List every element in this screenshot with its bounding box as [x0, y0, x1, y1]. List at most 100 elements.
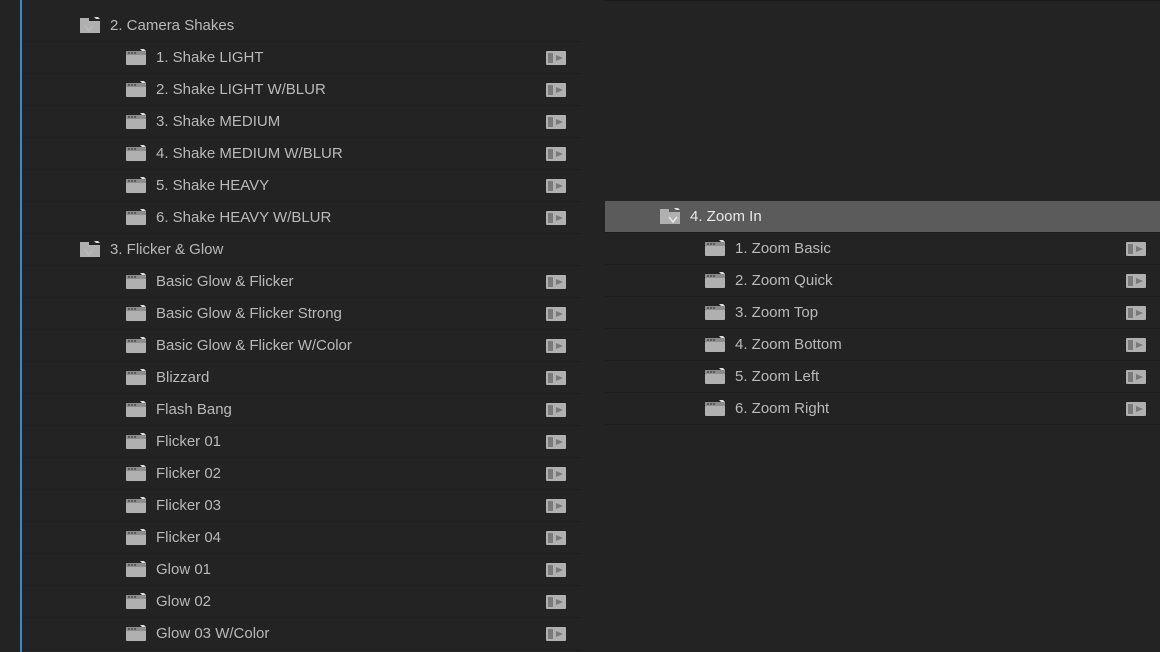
asset-label: Flicker 04: [156, 522, 221, 554]
asset-row[interactable]: Basic Glow & Flicker W/Color: [22, 330, 580, 362]
composition-icon: [126, 369, 148, 387]
asset-label: Glow 01: [156, 554, 211, 586]
composition-icon: [705, 304, 727, 322]
asset-label: 6. Shake HEAVY W/BLUR: [156, 202, 331, 234]
composition-icon: [705, 400, 727, 418]
type-icon: [546, 561, 568, 579]
asset-label: Basic Glow & Flicker W/Color: [156, 330, 352, 362]
composition-icon: [126, 465, 148, 483]
type-icon: [1126, 336, 1148, 354]
asset-label: 1. Shake LIGHT: [156, 42, 264, 74]
type-icon: [546, 113, 568, 131]
asset-row[interactable]: Glow 01: [22, 554, 580, 586]
type-icon: [546, 305, 568, 323]
asset-tree: 2. Camera Shakes 1. Shake LIGHT 2. Shake…: [22, 0, 580, 650]
asset-row[interactable]: Flicker 02: [22, 458, 580, 490]
composition-icon: [126, 337, 148, 355]
type-icon: [1126, 400, 1148, 418]
composition-icon: [126, 305, 148, 323]
composition-icon: [126, 273, 148, 291]
project-panel-right: 4. Zoom In 1. Zoom Basic 2. Zoom Quick 3…: [605, 0, 1160, 652]
folder-row[interactable]: 4. Zoom In: [605, 201, 1160, 233]
chevron-down-icon[interactable]: [84, 245, 94, 255]
composition-icon: [126, 561, 148, 579]
asset-row[interactable]: Flicker 03: [22, 490, 580, 522]
type-icon: [1126, 272, 1148, 290]
folder-label: 2. Camera Shakes: [110, 10, 234, 42]
type-icon: [546, 593, 568, 611]
asset-row[interactable]: Flicker 04: [22, 522, 580, 554]
asset-row[interactable]: Glow 03 W/Color: [22, 618, 580, 650]
asset-label: 6. Zoom Right: [735, 393, 829, 425]
type-icon: [546, 369, 568, 387]
composition-icon: [126, 145, 148, 163]
type-icon: [546, 177, 568, 195]
asset-row[interactable]: 4. Zoom Bottom: [605, 329, 1160, 361]
asset-label: 2. Zoom Quick: [735, 265, 833, 297]
asset-label: Glow 02: [156, 586, 211, 618]
composition-icon: [126, 209, 148, 227]
type-icon: [1126, 240, 1148, 258]
asset-label: 5. Shake HEAVY: [156, 170, 269, 202]
composition-icon: [126, 177, 148, 195]
asset-row[interactable]: Flash Bang: [22, 394, 580, 426]
asset-row[interactable]: 2. Zoom Quick: [605, 265, 1160, 297]
folder-label: 3. Flicker & Glow: [110, 234, 223, 266]
asset-label: Flicker 03: [156, 490, 221, 522]
asset-label: Basic Glow & Flicker Strong: [156, 298, 342, 330]
folder-row[interactable]: 3. Flicker & Glow: [22, 234, 580, 266]
asset-label: 4. Shake MEDIUM W/BLUR: [156, 138, 343, 170]
asset-row[interactable]: 5. Zoom Left: [605, 361, 1160, 393]
asset-label: Basic Glow & Flicker: [156, 266, 294, 298]
type-icon: [546, 625, 568, 643]
composition-icon: [705, 336, 727, 354]
composition-icon: [126, 81, 148, 99]
asset-row[interactable]: 4. Shake MEDIUM W/BLUR: [22, 138, 580, 170]
asset-label: 2. Shake LIGHT W/BLUR: [156, 74, 326, 106]
asset-label: 3. Shake MEDIUM: [156, 106, 280, 138]
composition-icon: [126, 625, 148, 643]
asset-label: 4. Zoom Bottom: [735, 329, 842, 361]
asset-label: 3. Zoom Top: [735, 297, 818, 329]
type-icon: [546, 433, 568, 451]
asset-row[interactable]: 3. Zoom Top: [605, 297, 1160, 329]
asset-row[interactable]: 3. Shake MEDIUM: [22, 106, 580, 138]
type-icon: [546, 337, 568, 355]
composition-icon: [705, 272, 727, 290]
composition-icon: [126, 593, 148, 611]
type-icon: [546, 497, 568, 515]
type-icon: [546, 81, 568, 99]
composition-icon: [126, 497, 148, 515]
asset-row[interactable]: 2. Shake LIGHT W/BLUR: [22, 74, 580, 106]
asset-row[interactable]: Glow 02: [22, 586, 580, 618]
asset-row[interactable]: 6. Shake HEAVY W/BLUR: [22, 202, 580, 234]
asset-row[interactable]: Basic Glow & Flicker Strong: [22, 298, 580, 330]
chevron-down-icon[interactable]: [84, 21, 94, 31]
project-panel-left: 2. Camera Shakes 1. Shake LIGHT 2. Shake…: [20, 0, 580, 652]
type-icon: [546, 465, 568, 483]
folder-row[interactable]: 2. Camera Shakes: [22, 10, 580, 42]
asset-row[interactable]: 1. Shake LIGHT: [22, 42, 580, 74]
asset-row[interactable]: Blizzard: [22, 362, 580, 394]
composition-icon: [705, 240, 727, 258]
asset-row[interactable]: 6. Zoom Right: [605, 393, 1160, 425]
type-icon: [546, 49, 568, 67]
type-icon: [546, 529, 568, 547]
chevron-down-icon[interactable]: [668, 212, 678, 222]
folder-label: 4. Zoom In: [690, 201, 762, 233]
type-icon: [1126, 304, 1148, 322]
asset-row[interactable]: 1. Zoom Basic: [605, 233, 1160, 265]
composition-icon: [126, 433, 148, 451]
type-icon: [546, 273, 568, 291]
composition-icon: [126, 113, 148, 131]
type-icon: [546, 209, 568, 227]
asset-label: 5. Zoom Left: [735, 361, 819, 393]
composition-icon: [126, 49, 148, 67]
asset-label: Flash Bang: [156, 394, 232, 426]
asset-label: 1. Zoom Basic: [735, 233, 831, 265]
type-icon: [546, 401, 568, 419]
asset-row[interactable]: 5. Shake HEAVY: [22, 170, 580, 202]
asset-row[interactable]: Basic Glow & Flicker: [22, 266, 580, 298]
asset-row[interactable]: Flicker 01: [22, 426, 580, 458]
composition-icon: [126, 401, 148, 419]
